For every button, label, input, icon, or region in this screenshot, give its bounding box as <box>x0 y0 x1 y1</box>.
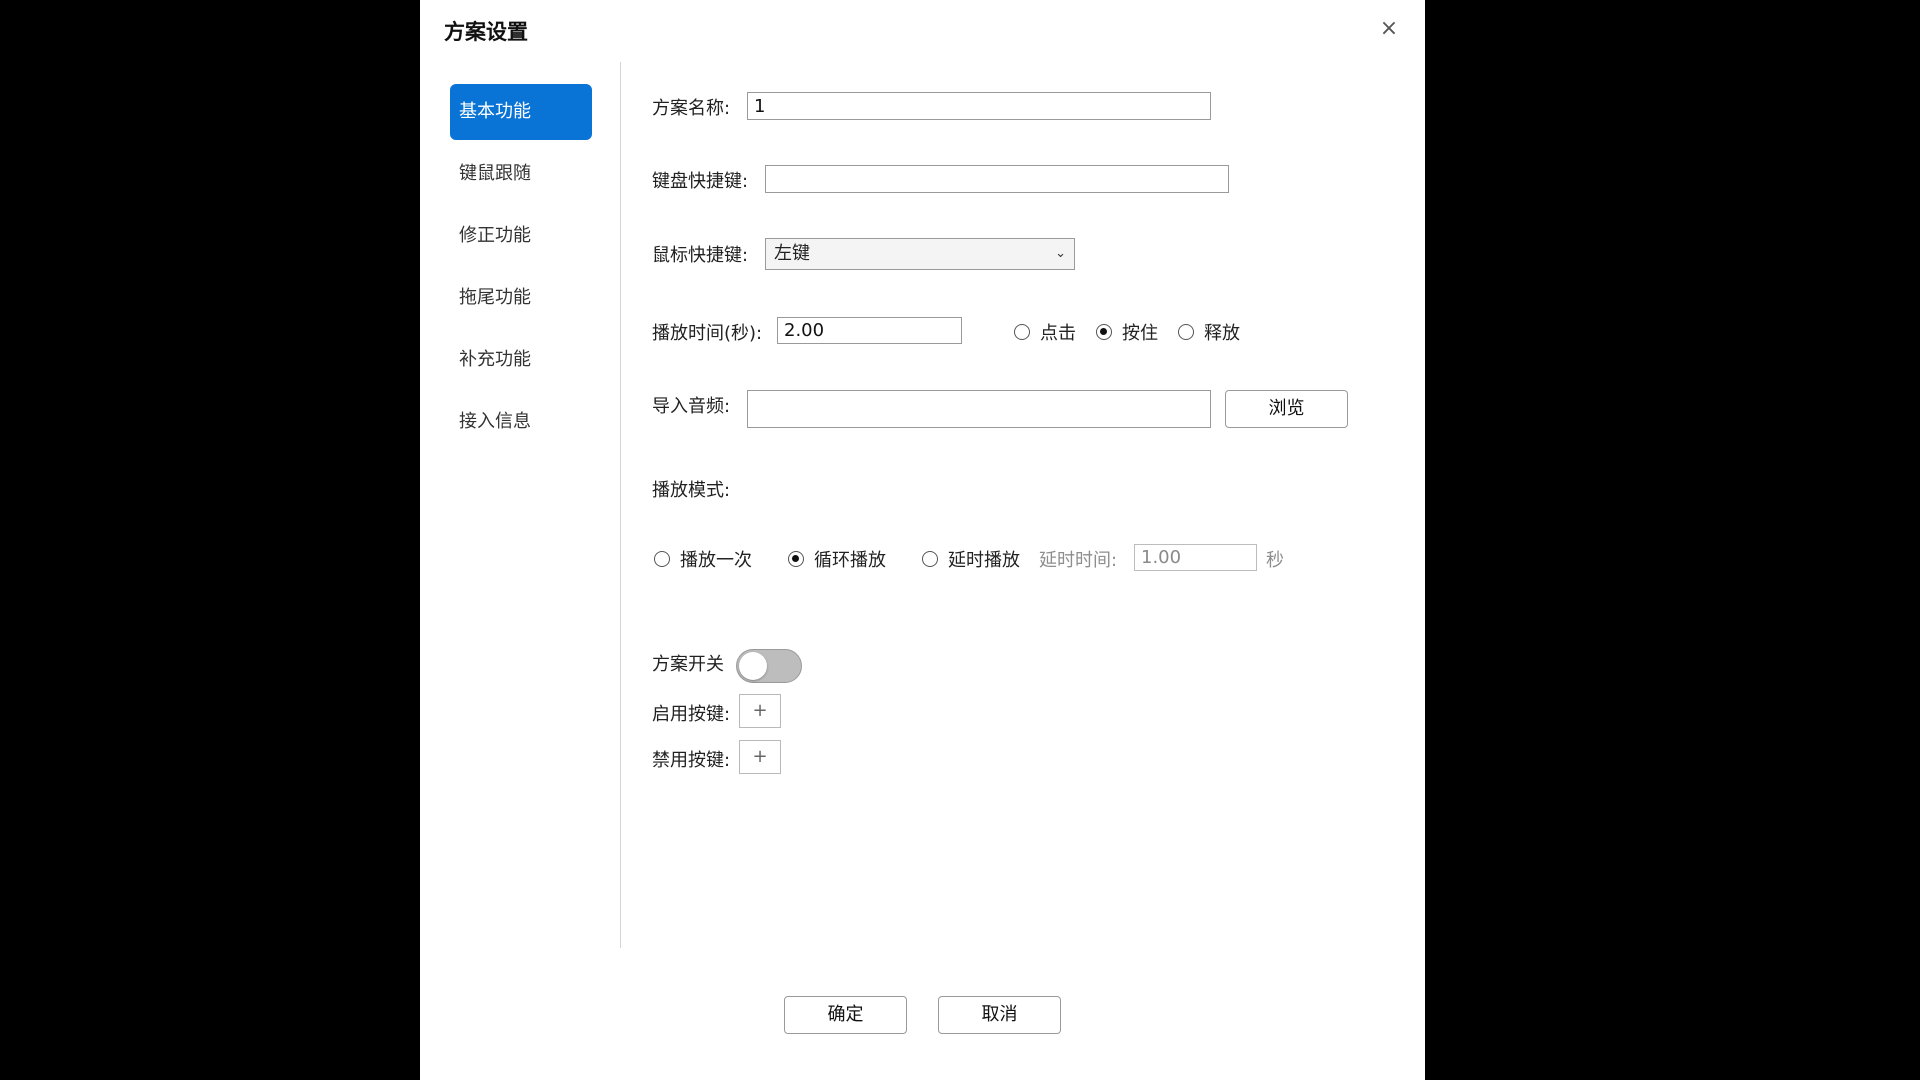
scheme-switch-label: 方案开关 <box>652 654 724 675</box>
scheme-switch-toggle[interactable] <box>736 649 802 683</box>
radio-hold-indicator <box>1096 324 1112 340</box>
import-audio-label: 导入音频: <box>652 396 731 417</box>
toggle-knob <box>739 652 767 680</box>
delay-time-input[interactable] <box>1134 544 1257 571</box>
radio-hold-label: 按住 <box>1122 323 1158 344</box>
browse-button[interactable]: 浏览 <box>1225 390 1348 428</box>
scheme-settings-dialog: 方案设置 × 基本功能 键鼠跟随 修正功能 拖尾功能 补充功能 接入信息 方案名… <box>420 0 1425 1080</box>
sidebar-item-basic[interactable]: 基本功能 <box>450 84 592 140</box>
mouse-shortcut-value: 左键 <box>774 243 810 264</box>
import-audio-input[interactable] <box>747 390 1211 428</box>
radio-play-once-indicator <box>654 551 670 567</box>
sidebar-item-supplement[interactable]: 补充功能 <box>450 332 592 388</box>
mouse-shortcut-select[interactable]: 左键 ⌄ <box>765 238 1075 270</box>
play-mode-label: 播放模式: <box>652 480 731 501</box>
radio-release-label: 释放 <box>1204 323 1240 344</box>
disable-key-label: 禁用按键: <box>652 750 731 771</box>
cancel-button[interactable]: 取消 <box>938 996 1061 1034</box>
play-time-label: 播放时间(秒): <box>652 323 763 344</box>
enable-key-label: 启用按键: <box>652 704 731 725</box>
scheme-name-label: 方案名称: <box>652 98 731 119</box>
sidebar-item-keymouse-follow[interactable]: 键鼠跟随 <box>450 146 592 202</box>
radio-loop-play-indicator <box>788 551 804 567</box>
delay-unit-label: 秒 <box>1266 550 1284 571</box>
dialog-title: 方案设置 <box>444 20 528 44</box>
play-time-input[interactable] <box>777 317 962 344</box>
scheme-name-input[interactable] <box>747 92 1211 120</box>
radio-release-indicator <box>1178 324 1194 340</box>
radio-loop-play[interactable]: 循环播放 <box>788 546 886 572</box>
radio-click-label: 点击 <box>1040 323 1076 344</box>
radio-delay-play-label: 延时播放 <box>948 550 1020 571</box>
radio-loop-play-label: 循环播放 <box>814 550 886 571</box>
radio-delay-play-indicator <box>922 551 938 567</box>
radio-click-indicator <box>1014 324 1030 340</box>
chevron-down-icon: ⌄ <box>1055 246 1066 261</box>
enable-key-add-button[interactable]: + <box>739 694 781 728</box>
delay-time-label: 延时时间: <box>1039 550 1118 571</box>
sidebar-item-trail[interactable]: 拖尾功能 <box>450 270 592 326</box>
mouse-shortcut-label: 鼠标快捷键: <box>652 245 749 266</box>
radio-delay-play[interactable]: 延时播放 <box>922 546 1020 572</box>
keyboard-shortcut-label: 键盘快捷键: <box>652 171 749 192</box>
radio-release[interactable]: 释放 <box>1178 319 1240 345</box>
keyboard-shortcut-input[interactable] <box>765 165 1229 193</box>
radio-hold[interactable]: 按住 <box>1096 319 1158 345</box>
radio-click[interactable]: 点击 <box>1014 319 1076 345</box>
ok-button[interactable]: 确定 <box>784 996 907 1034</box>
radio-play-once[interactable]: 播放一次 <box>654 546 752 572</box>
sidebar: 基本功能 键鼠跟随 修正功能 拖尾功能 补充功能 接入信息 <box>450 84 592 456</box>
sidebar-item-access-info[interactable]: 接入信息 <box>450 394 592 450</box>
radio-play-once-label: 播放一次 <box>680 550 752 571</box>
sidebar-item-correction[interactable]: 修正功能 <box>450 208 592 264</box>
close-icon[interactable]: × <box>1378 18 1400 40</box>
disable-key-add-button[interactable]: + <box>739 740 781 774</box>
vertical-divider <box>620 62 621 948</box>
